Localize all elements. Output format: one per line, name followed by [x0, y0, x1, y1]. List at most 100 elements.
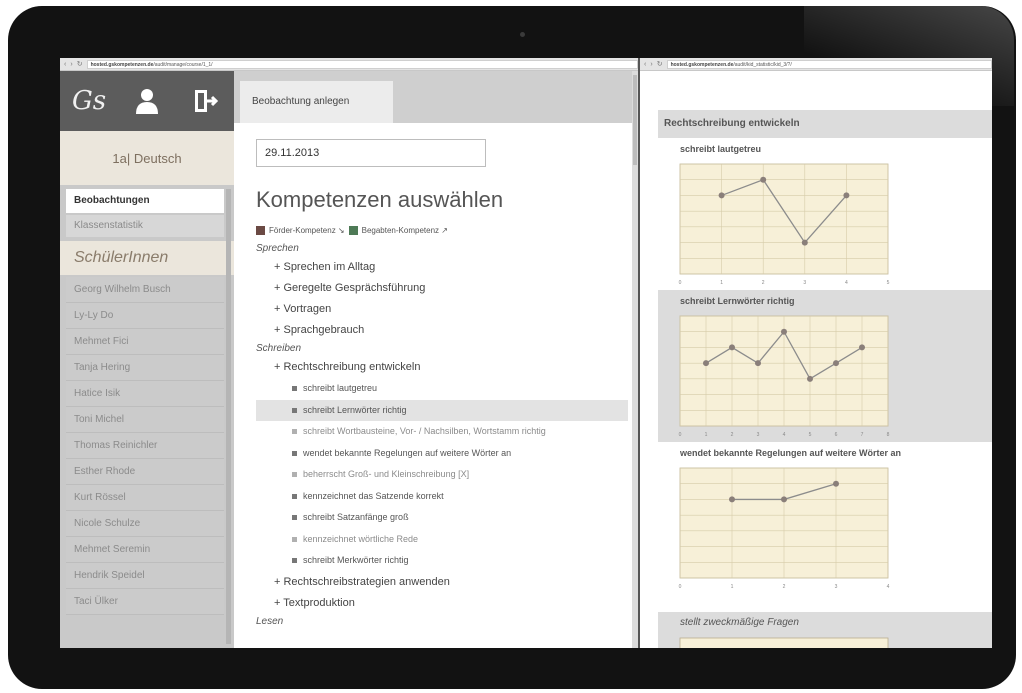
student-item[interactable]: Hendrik Speidel — [66, 563, 224, 589]
chart-card-2: schreibt Lernwörter richtig 0 1 2 3 4 5 6 7 8 — [658, 290, 992, 442]
data-point — [703, 360, 709, 367]
competence-item[interactable]: kennzeichnet das Satzende korrekt — [256, 486, 628, 508]
x-tick-label: 0 — [679, 432, 682, 438]
bullet-icon — [292, 536, 297, 542]
foerder-label: Förder-Kompetenz ↘ — [269, 226, 345, 235]
x-tick-label: 2 — [731, 432, 734, 438]
data-point — [755, 360, 761, 367]
category-schreiben: Schreiben — [256, 343, 302, 354]
left-address-bar: ‹ › ↻ hosted.gskompetenzen.de/audit/mana… — [60, 58, 638, 71]
tree-node[interactable]: + Sprachgebrauch — [256, 320, 628, 341]
student-item[interactable]: Ly-Ly Do — [66, 303, 224, 329]
line-chart: 0 1 2 3 4 5 6 7 8 — [679, 315, 890, 438]
data-point — [729, 496, 735, 503]
sidebar-scrollbar[interactable] — [226, 189, 231, 644]
nav-beobachtungen[interactable]: Beobachtungen — [66, 189, 224, 213]
student-list: Georg Wilhelm Busch Ly-Ly Do Mehmet Fici Ta… — [66, 277, 224, 615]
x-tick-label: 2 — [762, 280, 765, 286]
competence-item[interactable]: wendet bekannte Regelungen auf weitere W… — [256, 443, 628, 465]
competence-label: kennzeichnet wörtliche Rede — [303, 533, 419, 544]
x-tick-label: 5 — [887, 280, 890, 286]
x-tick-label: 0 — [679, 584, 682, 590]
back-icon[interactable]: ‹ — [644, 61, 646, 68]
tree-node[interactable]: + Sprechen im Alltag — [256, 257, 628, 278]
tree-node[interactable]: + Geregelte Gesprächsführung — [256, 278, 628, 299]
x-tick-label: 6 — [835, 432, 838, 438]
chart-title: schreibt Lernwörter richtig — [680, 296, 795, 306]
scroll-thumb[interactable] — [633, 75, 637, 165]
competence-item[interactable]: schreibt Wortbausteine, Vor- / Nachsilbe… — [256, 421, 628, 443]
competence-label: schreibt Merkwörter richtig — [303, 555, 409, 565]
tree-node-rechtschreibung[interactable]: + Rechtschreibung entwickeln — [256, 357, 628, 378]
competence-label: beherrscht Groß- und Kleinschreibung [X] — [303, 469, 470, 479]
student-item[interactable]: Thomas Reinichler — [66, 433, 224, 459]
main-content: Beobachtung anlegen 29.11.2013 Kompetenz… — [234, 71, 632, 648]
student-item[interactable]: Georg Wilhelm Busch — [66, 277, 224, 303]
x-tick-label: 3 — [835, 584, 838, 590]
student-item[interactable]: Nicole Schulze — [66, 511, 224, 537]
competence-item[interactable]: beherrscht Groß- und Kleinschreibung [X] — [256, 464, 628, 486]
chart-title: stellt zweckmäßige Fragen — [680, 617, 799, 628]
student-item[interactable]: Mehmet Seremin — [66, 537, 224, 563]
right-browser-window: ‹ › ↻ hosted.gskompetenzen.de/audit/kid_… — [640, 58, 992, 648]
category-lesen: Lesen — [256, 615, 284, 627]
competence-label: schreibt lautgetreu — [303, 383, 378, 393]
competence-label: schreibt Satzanfänge groß — [303, 512, 409, 522]
student-item[interactable]: Taci Ülker — [66, 589, 224, 615]
tree-node[interactable]: + Rechtschreibstrategien anwenden — [256, 572, 628, 593]
url-host: hosted.gskompetenzen.de — [670, 61, 734, 68]
bullet-icon — [292, 407, 297, 413]
stats-panel-title: Rechtschreibung entwickeln — [664, 118, 800, 129]
forward-icon[interactable]: › — [70, 61, 72, 68]
sidebar: Gs 1a| Deutsch Beobachtungen Klassenstat… — [60, 71, 234, 648]
student-item[interactable]: Esther Rhode — [66, 459, 224, 485]
right-url-field[interactable]: hosted.gskompetenzen.de/audit/kid_statis… — [666, 59, 992, 69]
competence-item[interactable]: schreibt Merkwörter richtig — [256, 550, 628, 572]
competence-item[interactable]: schreibt Satzanfänge groß — [256, 507, 628, 529]
competence-tree: Sprechen + Sprechen im Alltag + Geregelte … — [256, 241, 628, 630]
forward-icon[interactable]: › — [650, 61, 652, 68]
bullet-icon — [292, 386, 297, 392]
student-item[interactable]: Toni Michel — [66, 407, 224, 433]
data-point — [729, 344, 735, 351]
x-tick-label: 7 — [861, 432, 864, 438]
url-host: hosted.gskompetenzen.de — [90, 61, 154, 68]
back-icon[interactable]: ‹ — [64, 61, 66, 68]
competence-item[interactable]: schreibt lautgetreu — [256, 378, 628, 400]
x-tick-label: 3 — [757, 432, 760, 438]
x-tick-label: 4 — [845, 280, 848, 286]
competence-item[interactable]: kennzeichnet wörtliche Rede — [256, 529, 628, 551]
url-path: /audit/manage/course/1_1/ — [153, 61, 213, 68]
user-icon[interactable] — [118, 71, 176, 131]
reload-icon[interactable]: ↻ — [657, 60, 663, 68]
bullet-icon — [292, 558, 297, 564]
line-chart: 0 1 2 3 4 — [679, 467, 890, 590]
plot-area — [679, 637, 889, 648]
student-item[interactable]: Kurt Rössel — [66, 485, 224, 511]
x-tick-label: 5 — [809, 432, 812, 438]
logo[interactable]: Gs — [60, 71, 118, 131]
student-item[interactable]: Hatice Isik — [66, 381, 224, 407]
reload-icon[interactable]: ↻ — [77, 60, 83, 68]
x-tick-label: 0 — [679, 280, 682, 286]
competence-label: schreibt Lernwörter richtig — [303, 404, 407, 415]
data-point — [801, 239, 808, 246]
logout-icon[interactable] — [176, 71, 234, 131]
date-field[interactable]: 29.11.2013 — [256, 139, 486, 167]
plot-area — [679, 163, 889, 275]
student-item[interactable]: Mehmet Fici — [66, 329, 224, 355]
tab-beobachtung-anlegen[interactable]: Beobachtung anlegen — [240, 81, 393, 123]
chart-card-1: schreibt lautgetreu 0 1 2 3 4 5 — [658, 138, 992, 290]
competence-item[interactable]: schreibt Lernwörter richtig — [256, 399, 628, 421]
x-tick-label: 2 — [783, 584, 786, 590]
chart-card-4: stellt zweckmäßige Fragen — [658, 612, 992, 648]
tree-node[interactable]: + Vortragen — [256, 299, 628, 320]
class-title[interactable]: 1a| Deutsch — [60, 131, 234, 185]
left-url-field[interactable]: hosted.gskompetenzen.de/audit/manage/cou… — [86, 59, 638, 69]
nav-klassenstatistik[interactable]: Klassenstatistik — [66, 215, 224, 237]
stats-panel: Rechtschreibung entwickeln schreibt laut… — [658, 110, 992, 648]
tree-node[interactable]: + Textproduktion — [256, 593, 628, 614]
page-title: Kompetenzen auswählen — [256, 187, 504, 212]
bullet-icon — [292, 472, 297, 478]
student-item[interactable]: Tanja Hering — [66, 355, 224, 381]
